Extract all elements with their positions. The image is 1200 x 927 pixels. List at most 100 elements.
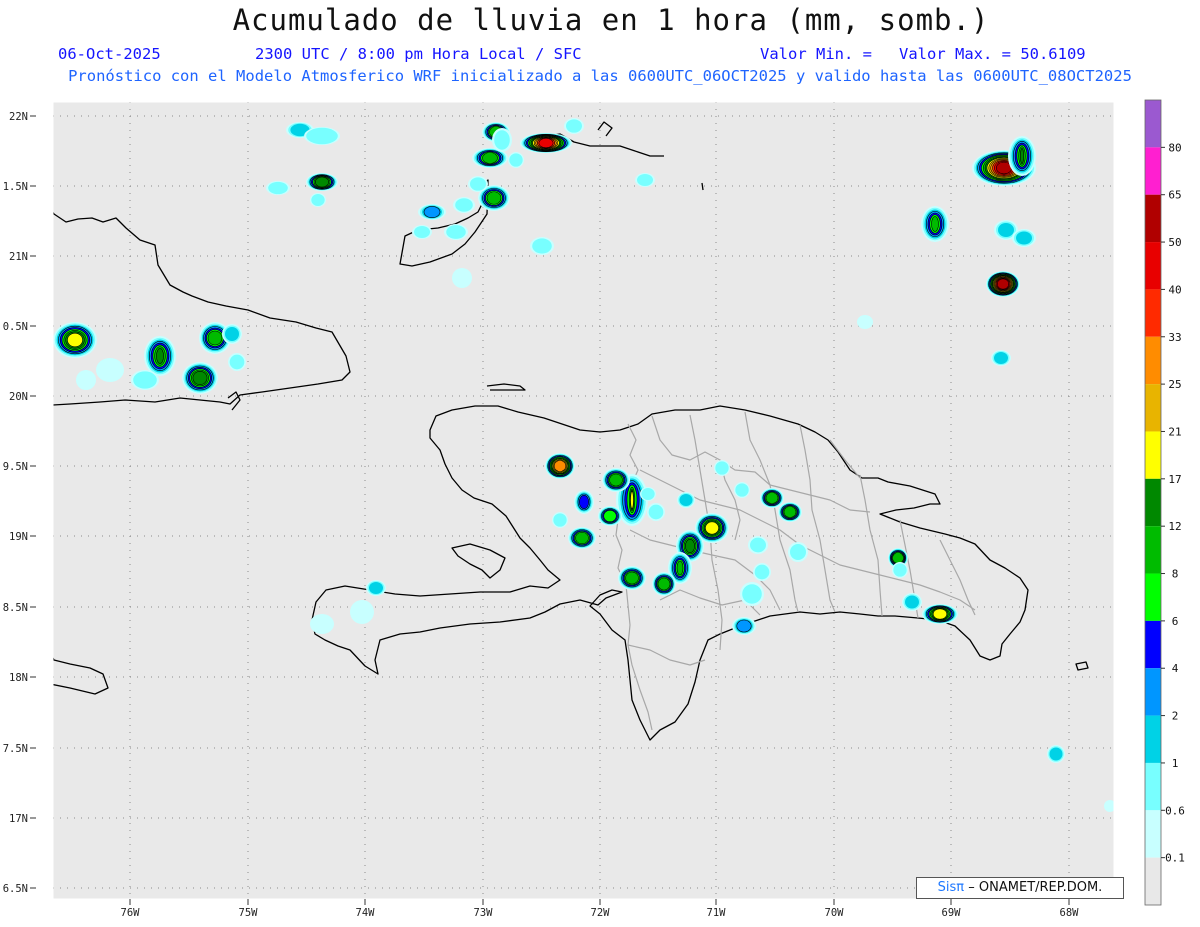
rain-cell xyxy=(760,488,784,508)
colorbar-swatch xyxy=(1145,336,1161,385)
colorbar-swatch xyxy=(1145,668,1161,716)
lat-label: 22N xyxy=(9,111,28,123)
rain-cell xyxy=(574,490,594,514)
rain-cell xyxy=(350,600,374,624)
rain-cell xyxy=(635,173,655,187)
colorbar-label: 50 xyxy=(1168,236,1181,249)
colorbar-label: 33 xyxy=(1168,331,1181,344)
colorbar-swatch xyxy=(1145,526,1161,574)
rain-cell xyxy=(492,128,512,152)
rain-cell xyxy=(520,133,572,153)
rain-cell xyxy=(310,614,334,634)
cuba-islet-1 xyxy=(38,210,46,218)
rain-cell xyxy=(1008,136,1036,176)
rain-cell xyxy=(991,350,1011,366)
colorbar-label: 25 xyxy=(1168,378,1181,391)
lat-label: 6.5N xyxy=(3,883,28,895)
colorbar-swatch xyxy=(1145,100,1161,148)
rain-cell xyxy=(734,482,750,498)
rain-cell xyxy=(564,118,584,134)
rain-cell xyxy=(602,468,630,492)
colorbar-label: 21 xyxy=(1168,425,1181,438)
rain-cell xyxy=(530,237,554,255)
rain-cell xyxy=(568,527,596,549)
lat-label: 7.5N xyxy=(3,743,28,755)
rain-cell xyxy=(545,453,575,479)
lat-label: 21N xyxy=(9,251,28,263)
colorbar-label: 0.1 xyxy=(1165,852,1185,865)
colorbar-swatch xyxy=(1145,573,1161,621)
rain-cell xyxy=(922,604,958,624)
colorbar-swatch xyxy=(1145,194,1161,243)
rain-cell xyxy=(53,322,97,358)
rain-cell xyxy=(778,502,802,522)
rain-cell xyxy=(412,225,432,239)
colorbar-swatch xyxy=(1145,715,1161,763)
colorbar-label: 40 xyxy=(1168,283,1181,296)
rain-cell xyxy=(228,353,246,371)
rain-cell xyxy=(652,572,676,596)
rain-cell xyxy=(740,582,764,606)
colorbar-swatch xyxy=(1145,857,1161,905)
lon-label: 76W xyxy=(121,907,141,919)
rain-cell xyxy=(857,315,873,329)
lon-label: 68W xyxy=(1060,907,1080,919)
credit-label: Sisπ – ONAMET/REP.DOM. xyxy=(916,877,1124,899)
colorbar-swatch xyxy=(1145,762,1161,811)
rain-cell xyxy=(640,487,656,501)
colorbar-label: 65 xyxy=(1168,189,1181,202)
colorbar-swatch xyxy=(1145,478,1161,527)
colorbar-label: 4 xyxy=(1172,662,1179,675)
sispi-logo-text: Sisπ xyxy=(937,880,965,895)
rain-cell xyxy=(986,271,1020,297)
rain-cell xyxy=(418,204,446,220)
rain-cell xyxy=(366,580,386,596)
rain-cell xyxy=(182,362,218,394)
credit-agency: – ONAMET/REP.DOM. xyxy=(968,880,1103,895)
rain-cell xyxy=(444,224,468,240)
lat-label: 18N xyxy=(9,672,28,684)
colorbar-swatch xyxy=(1145,431,1161,479)
colorbar-label: 2 xyxy=(1172,710,1179,723)
colorbar-swatch xyxy=(1145,810,1161,858)
colorbar-label: 8 xyxy=(1172,568,1179,581)
rain-cell xyxy=(508,152,524,168)
lon-label: 70W xyxy=(825,907,845,919)
colorbar-swatch xyxy=(1145,242,1161,290)
colorbar-label: 0.6 xyxy=(1165,804,1185,817)
colorbar-swatch xyxy=(1145,384,1161,432)
rain-cell xyxy=(714,460,730,476)
rain-cell xyxy=(552,512,568,528)
rain-cell xyxy=(598,506,622,526)
rain-cell xyxy=(647,503,665,521)
lat-label: 1.5N xyxy=(3,181,28,193)
rain-cell xyxy=(732,617,756,635)
lon-label: 73W xyxy=(474,907,494,919)
rain-cell xyxy=(222,324,242,344)
colorbar-label: 17 xyxy=(1168,473,1181,486)
lon-label: 75W xyxy=(239,907,259,919)
rain-cell xyxy=(921,206,949,242)
rain-cell xyxy=(902,593,922,611)
colorbar-swatch xyxy=(1145,620,1161,669)
rain-cell xyxy=(96,358,124,382)
rain-cell xyxy=(892,562,908,578)
rain-cell xyxy=(1047,745,1065,763)
lat-label: 9.5N xyxy=(3,461,28,473)
lat-label: 19N xyxy=(9,531,28,543)
colorbar-label: 80 xyxy=(1168,141,1181,154)
rain-cell xyxy=(468,176,488,192)
lat-label: 8.5N xyxy=(3,602,28,614)
lat-label: 20N xyxy=(9,391,28,403)
rain-cell xyxy=(788,542,808,562)
lon-label: 71W xyxy=(707,907,727,919)
rain-cell xyxy=(452,268,472,288)
lon-label: 74W xyxy=(356,907,376,919)
rain-cell xyxy=(131,370,159,390)
longitude-labels: 76W 75W 74W 73W 72W 71W 70W 69W 68W xyxy=(121,899,1080,919)
rain-cell xyxy=(266,181,290,195)
colorbar-label: 6 xyxy=(1172,615,1179,628)
rain-cell xyxy=(144,336,176,376)
rain-cell xyxy=(677,492,695,508)
lon-label: 72W xyxy=(591,907,611,919)
